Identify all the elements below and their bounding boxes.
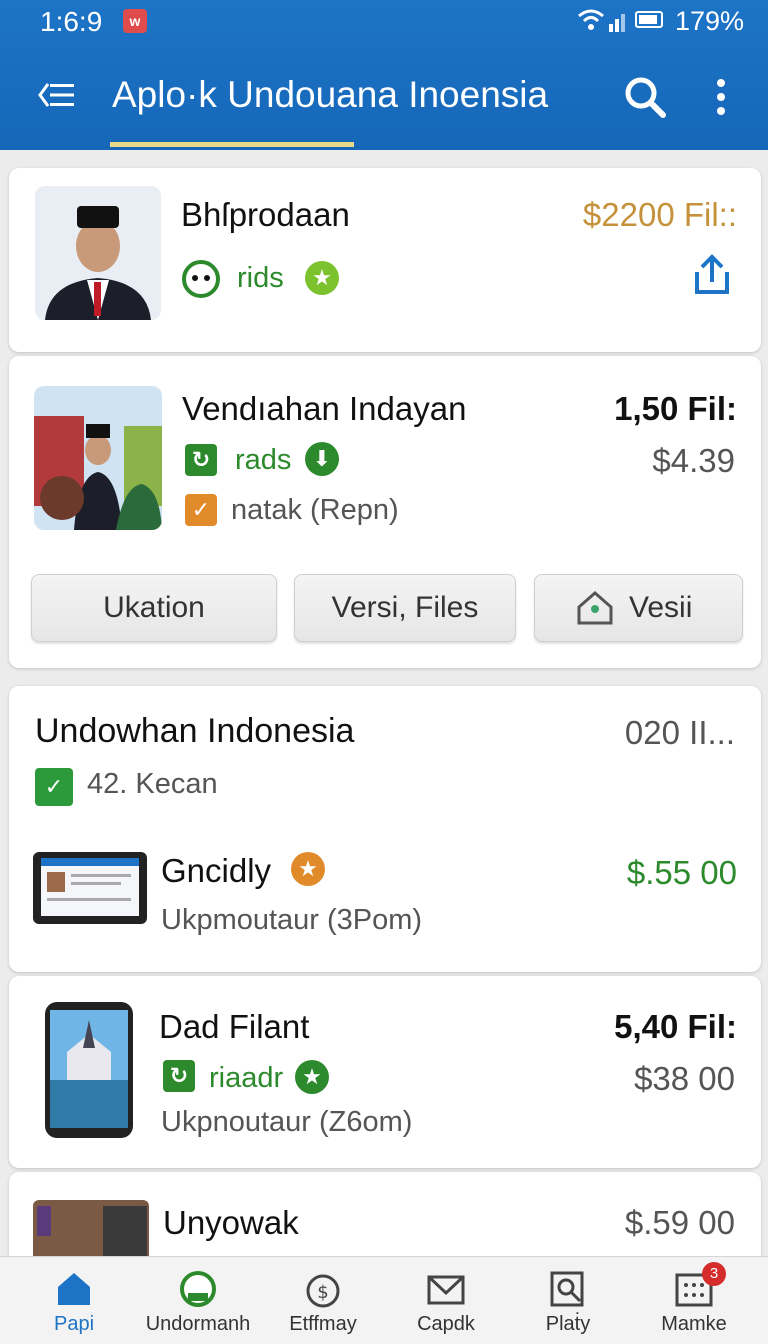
tab-indicator (110, 142, 354, 147)
more-vert-icon[interactable] (706, 74, 736, 120)
list-item[interactable]: Bhſprodaan rids ★ $2200 Fil:: (9, 168, 761, 352)
dollar-icon: $ (306, 1274, 340, 1308)
search-icon[interactable] (622, 74, 668, 120)
section-value: 020 II... (624, 714, 735, 751)
list-item[interactable]: Undowhan Indonesia 020 II... ✓ 42. Kecan… (9, 686, 761, 972)
item-name: Gncidly (161, 852, 272, 889)
check-icon: ✓ (185, 494, 217, 526)
notification-icon: w (123, 9, 147, 33)
star-icon: ★ (295, 1060, 329, 1094)
item-name: Unyowak (163, 1204, 299, 1241)
nav-etffmay[interactable]: $ Etffmay (259, 1257, 387, 1344)
star-icon: ★ (305, 261, 339, 295)
mail-icon (427, 1275, 465, 1305)
vesii-label: Vesii (629, 591, 693, 624)
item-info: natak (Repn) (231, 494, 399, 526)
rating-icon: ↻ (185, 444, 217, 476)
list-item[interactable]: Dad Filant ↻ riaadr ★ Ukpnoutaur (Z6om) … (9, 976, 761, 1168)
item-price: $.59 00 (624, 1204, 735, 1241)
item-name: Dad Filant (159, 1008, 310, 1045)
notification-badge: 3 (702, 1262, 726, 1286)
rating-label: riaadr (209, 1062, 284, 1094)
circle-icon (180, 1271, 216, 1307)
top-app-bar: 1:6:9 w 179% Aplo·k Undouana Inoensia (0, 0, 768, 150)
battery-percent: 179% (675, 6, 745, 36)
badge-icon: ⬇ (305, 442, 339, 476)
nav-label: Plaṫy (545, 1313, 591, 1335)
status-bar: 1:6:9 w 179% (0, 0, 768, 44)
share-icon[interactable] (689, 252, 735, 298)
section-title: Undowhan Indonesia (35, 712, 355, 750)
item-price: 1,50 Fil: (614, 390, 737, 427)
item-name: Vendıahan Indayan (182, 390, 467, 427)
item-info: Ukpmoutaur (3Pom) (161, 904, 423, 936)
rating-label: rids (237, 262, 284, 294)
svg-text:$: $ (317, 1282, 328, 1303)
wifi-icon (578, 9, 625, 32)
nav-label: Papi (53, 1313, 95, 1335)
home-icon (58, 1273, 90, 1305)
menu-icon[interactable] (36, 78, 76, 112)
nav-label: Undormanh (145, 1313, 251, 1335)
nav-mamke[interactable]: Mamke (630, 1257, 758, 1344)
item-info: Ukpnoutaur (Z6om) (161, 1106, 413, 1138)
laptop-thumbnail (31, 848, 149, 930)
section-info: 42. Kecan (87, 768, 218, 800)
search-doc-icon (550, 1271, 584, 1307)
item-price: $.55 00 (626, 854, 737, 891)
check-icon: ✓ (35, 768, 73, 806)
nav-label: Mamke (661, 1313, 727, 1335)
nav-papi[interactable]: Papi (10, 1257, 138, 1344)
rating-icon: ↻ (163, 1060, 195, 1092)
list-item[interactable]: Vendıahan Indayan ↻ rads ⬇ ✓ natak (Repn… (9, 356, 761, 668)
app-bar: Aplo·k Undouana Inoensia (0, 60, 768, 130)
star-icon: ★ (291, 852, 325, 886)
nav-platy[interactable]: Plaṫy (504, 1257, 632, 1344)
house-icon (577, 591, 613, 625)
bottom-navigation: Papi Undormanh $ Etffmay Capdk Plaṫy Mam… (0, 1256, 768, 1344)
item-name: Bhſprodaan (181, 196, 350, 233)
item-sub-price: $38 00 (634, 1060, 735, 1097)
item-sub-price: $4.39 (652, 442, 735, 479)
status-time: 1:6:9 (40, 6, 103, 37)
rating-label: rads (235, 444, 292, 476)
item-photo (34, 386, 162, 530)
ukation-button[interactable]: Ukation (31, 574, 277, 642)
profile-photo (35, 186, 161, 320)
nav-label: Etffmay (289, 1313, 357, 1335)
rating-icon (182, 260, 220, 298)
battery-icon (635, 11, 663, 28)
versions-files-button[interactable]: Versi, Files (294, 574, 516, 642)
app-title: Aplo·k Undouana Inoensia (112, 74, 549, 115)
nav-capdk[interactable]: Capdk (382, 1257, 510, 1344)
nav-undormanh[interactable]: Undormanh (134, 1257, 262, 1344)
item-price: $2200 Fil:: (582, 196, 737, 233)
vesii-button[interactable]: Vesii (534, 574, 743, 642)
nav-label: Capdk (417, 1313, 475, 1335)
phone-thumbnail (43, 1000, 135, 1140)
item-price: 5,40 Fil: (614, 1008, 737, 1045)
